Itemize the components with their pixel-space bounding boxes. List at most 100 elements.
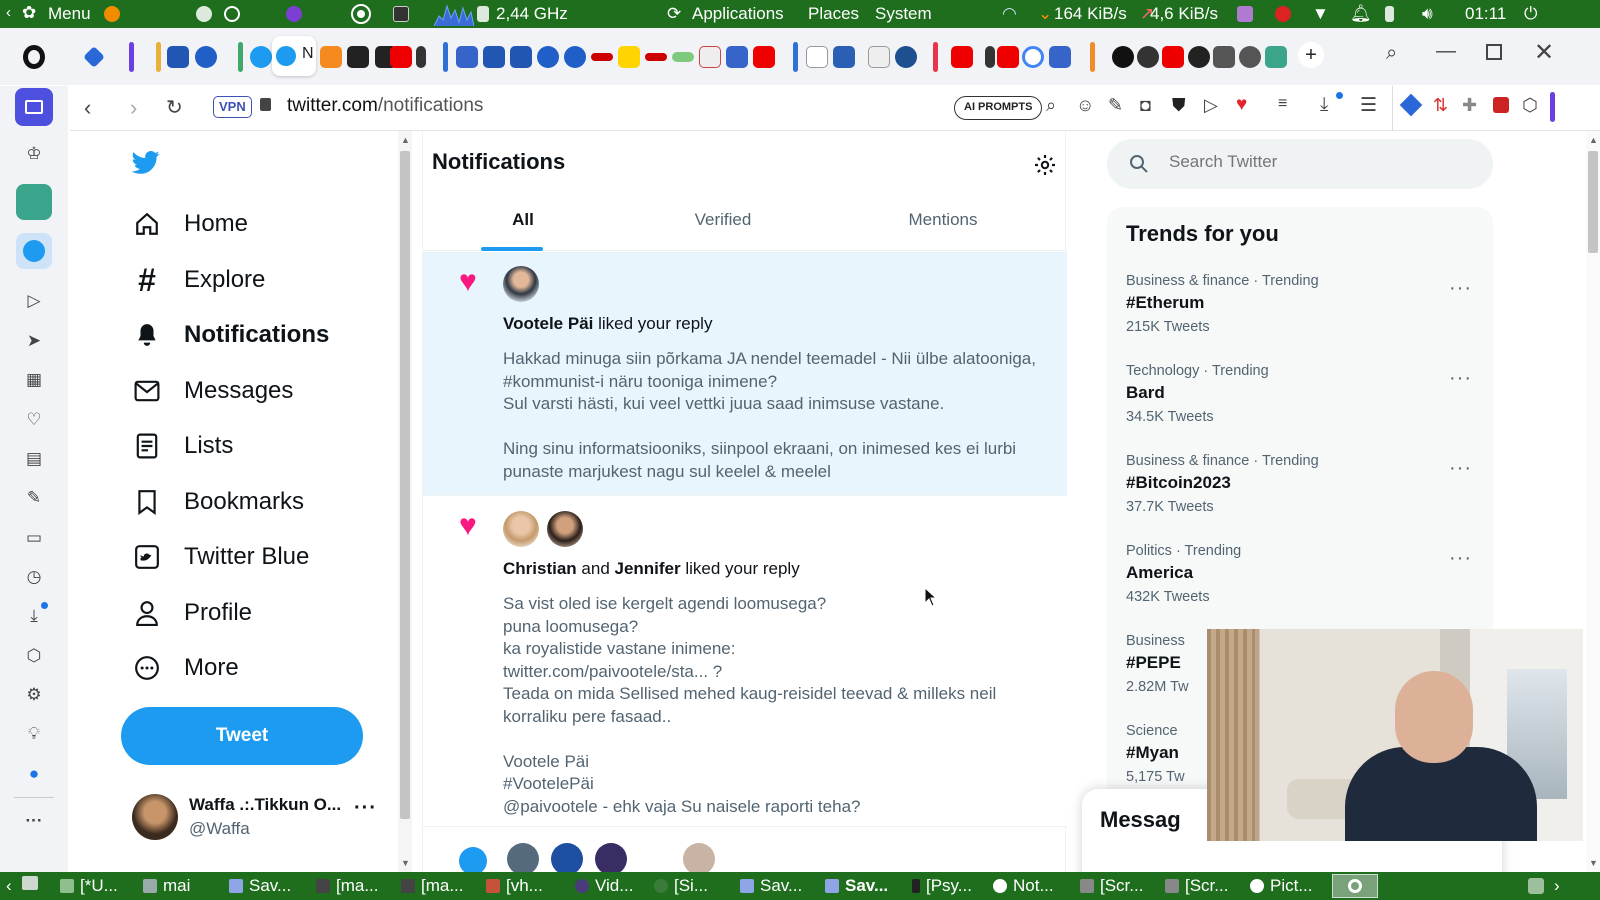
menu-logo-icon[interactable]: ✿ bbox=[22, 3, 36, 23]
monitor-icon[interactable]: ▭ bbox=[22, 526, 46, 550]
edit-icon[interactable]: ✎ bbox=[22, 486, 46, 510]
avatar[interactable] bbox=[595, 843, 627, 872]
tab-chatgpt-icon[interactable] bbox=[1137, 46, 1159, 68]
account-switcher[interactable]: Waffa .:.Tikkun O... @Waffa ··· bbox=[122, 787, 382, 847]
trend-item[interactable]: Business & finance · Trending #Etherum 2… bbox=[1126, 273, 1492, 349]
player-icon[interactable]: ≡ bbox=[1278, 95, 1287, 113]
tweet-link[interactable]: twitter.com/paivootele/sta... ? bbox=[503, 661, 1053, 684]
nav-twitter-blue[interactable]: Twitter Blue bbox=[132, 542, 309, 572]
taskbar-left-arrow-icon[interactable]: ‹ bbox=[6, 876, 12, 896]
power-icon[interactable]: ⏻ bbox=[1524, 4, 1537, 24]
tab-favicon-icon[interactable] bbox=[1112, 46, 1134, 68]
tab-k-icon[interactable] bbox=[618, 46, 640, 68]
tab-rt-icon[interactable] bbox=[833, 46, 855, 68]
crown-icon[interactable]: ♔ bbox=[22, 142, 46, 166]
shield-icon[interactable]: ⛊ bbox=[1172, 95, 1186, 116]
taskbar-item[interactable]: [Scr... bbox=[1165, 876, 1228, 896]
edit-page-icon[interactable]: ✎ bbox=[1108, 95, 1123, 116]
grid-icon[interactable]: ▦ bbox=[22, 368, 46, 392]
show-desktop-icon[interactable] bbox=[22, 876, 44, 890]
scrollbar-thumb[interactable] bbox=[1588, 151, 1598, 253]
battery-icon[interactable] bbox=[1385, 6, 1394, 22]
tab-flickr-icon[interactable] bbox=[645, 53, 667, 61]
avatar[interactable] bbox=[547, 511, 583, 547]
tab-grid-icon[interactable] bbox=[1213, 46, 1235, 68]
forward-icon[interactable]: › bbox=[130, 95, 137, 121]
account-more-icon[interactable]: ··· bbox=[354, 797, 377, 820]
volume-icon[interactable]: 🔊︎ bbox=[1422, 4, 1433, 24]
tab-archive-icon[interactable] bbox=[347, 46, 369, 68]
tab-wikipedia-icon[interactable] bbox=[806, 46, 828, 68]
heart-icon[interactable]: ♡ bbox=[22, 408, 46, 432]
lock-icon[interactable] bbox=[260, 98, 271, 111]
tab-youtube-icon[interactable] bbox=[1162, 46, 1184, 68]
tab-favicon-icon[interactable] bbox=[895, 46, 917, 68]
actor-name[interactable]: Christian bbox=[503, 559, 577, 578]
tweet-button[interactable]: Tweet bbox=[121, 707, 363, 765]
tab-twitter-icon[interactable] bbox=[250, 46, 272, 68]
tab-pm-icon[interactable] bbox=[537, 46, 559, 68]
tab-chatgpt-icon[interactable] bbox=[1265, 46, 1287, 68]
avatar[interactable] bbox=[503, 266, 539, 302]
tab-favicon-icon[interactable] bbox=[726, 46, 748, 68]
nav-lists[interactable]: Lists bbox=[132, 431, 233, 461]
taskbar-right-arrow-icon[interactable]: › bbox=[1554, 876, 1560, 896]
new-tab-plus-icon[interactable]: + bbox=[1298, 42, 1324, 68]
tab-mute-icon[interactable] bbox=[416, 46, 426, 68]
chatgpt-icon[interactable] bbox=[16, 184, 52, 220]
settings-gear-icon[interactable]: ⚙ bbox=[22, 683, 46, 707]
send-icon[interactable]: ➤ bbox=[22, 329, 46, 353]
notification-settings-icon[interactable] bbox=[1033, 153, 1057, 182]
taskbar-item[interactable]: Pict... bbox=[1250, 876, 1313, 896]
trend-item[interactable]: Business & finance · Trending #Bitcoin20… bbox=[1126, 453, 1492, 529]
firefox-icon[interactable] bbox=[104, 6, 120, 22]
left-arrow-icon[interactable]: ‹ bbox=[6, 4, 11, 21]
scroll-up-arrow[interactable]: ▲ bbox=[401, 135, 410, 145]
podcast-icon[interactable] bbox=[286, 6, 302, 22]
easy-setup-icon[interactable]: ☰ bbox=[1360, 94, 1377, 117]
trend-more-icon[interactable]: ··· bbox=[1449, 277, 1472, 300]
extension-red-icon[interactable] bbox=[1493, 97, 1509, 113]
news-icon[interactable]: ▤ bbox=[22, 447, 46, 471]
tab-search-icon[interactable]: ⌕ bbox=[1386, 42, 1397, 65]
tab-favicon-icon[interactable] bbox=[699, 46, 721, 68]
tab-all[interactable]: All bbox=[423, 189, 623, 251]
ai-prompts-button[interactable]: AI PROMPTS bbox=[954, 96, 1043, 120]
refresh-applet-icon[interactable]: ⟳ bbox=[667, 4, 681, 24]
extension-arrows-icon[interactable]: ⇅ bbox=[1433, 95, 1448, 116]
taskbar-item[interactable]: [Scr... bbox=[1080, 876, 1143, 896]
chat-bubble-icon[interactable]: ● bbox=[22, 762, 46, 786]
tab-pm-icon[interactable] bbox=[195, 46, 217, 68]
tab-flickr-icon[interactable] bbox=[591, 53, 613, 61]
nav-explore[interactable]: # Explore bbox=[132, 262, 265, 298]
trend-item[interactable]: Technology · Trending Bard 34.5K Tweets … bbox=[1126, 363, 1492, 439]
actor-name[interactable]: Jennifer bbox=[615, 559, 681, 578]
send-page-icon[interactable]: ▷ bbox=[1204, 95, 1218, 116]
notification-item[interactable]: ♥ Vootele Päi liked your reply Hakkad mi… bbox=[423, 252, 1067, 496]
vpn-badge[interactable]: VPN bbox=[213, 96, 252, 118]
reload-icon[interactable]: ↻ bbox=[166, 95, 183, 120]
actor-name[interactable]: Vootele Päi bbox=[503, 314, 593, 333]
url-field[interactable]: twitter.com/notifications bbox=[287, 95, 483, 117]
tab-mute-icon[interactable] bbox=[985, 46, 995, 68]
taskbar-item[interactable]: Sav... bbox=[740, 876, 802, 896]
taskbar-item[interactable]: [vh... bbox=[486, 876, 543, 896]
nav-messages[interactable]: Messages bbox=[132, 376, 293, 406]
lightbulb-icon[interactable]: 💡︎ bbox=[22, 722, 46, 746]
extension-diamond-icon[interactable] bbox=[1399, 93, 1423, 117]
taskbar-item[interactable]: [ma... bbox=[401, 876, 464, 896]
workspace-book-icon[interactable] bbox=[15, 88, 53, 126]
taskbar-item[interactable]: mai bbox=[143, 876, 190, 896]
trash-icon[interactable] bbox=[1528, 878, 1544, 894]
tab-youtube-icon[interactable] bbox=[951, 46, 973, 68]
taskbar-item[interactable]: Sav... bbox=[229, 876, 291, 896]
record-icon[interactable] bbox=[1275, 6, 1291, 22]
avatar[interactable] bbox=[551, 843, 583, 872]
tab-google-icon[interactable] bbox=[1022, 46, 1044, 68]
tab-favicon-icon[interactable] bbox=[672, 52, 694, 62]
scroll-up-arrow[interactable]: ▲ bbox=[1589, 135, 1598, 145]
nav-scrollbar[interactable]: ▲ ▼ bbox=[398, 131, 412, 872]
trend-more-icon[interactable]: ··· bbox=[1449, 367, 1472, 390]
back-icon[interactable]: ‹ bbox=[84, 95, 91, 121]
active-tab-twitter[interactable]: N bbox=[272, 36, 316, 76]
